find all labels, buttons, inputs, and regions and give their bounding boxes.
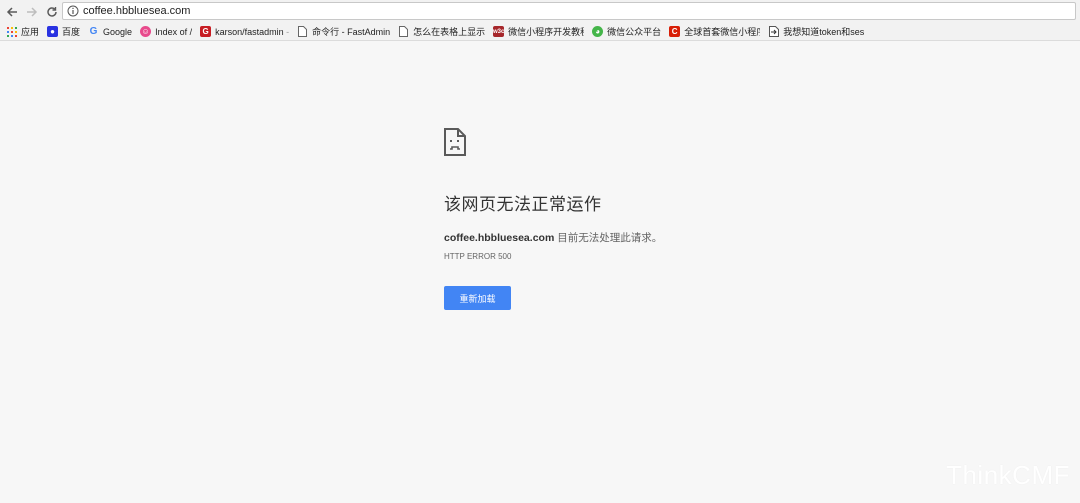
bookmark-google[interactable]: G Google bbox=[88, 26, 132, 37]
reload-icon[interactable] bbox=[44, 4, 60, 20]
watermark: ThinkCMF bbox=[946, 460, 1070, 490]
site-icon: ☺ bbox=[140, 26, 152, 37]
bookmark-fastadmin-repo[interactable]: G karson/fastadmin - bbox=[200, 26, 289, 37]
bookmark-wechat-platform[interactable]: ◕ 微信公众平台 bbox=[592, 25, 661, 38]
error-title: 该网页无法正常运作 bbox=[444, 195, 602, 215]
google-icon: G bbox=[89, 26, 98, 37]
overflow-dots: - bbox=[283, 26, 290, 37]
arrow-page-icon bbox=[768, 26, 779, 37]
forward-arrow-icon[interactable] bbox=[24, 4, 40, 20]
wechat-icon: ◕ bbox=[592, 26, 604, 37]
info-icon[interactable] bbox=[67, 5, 79, 17]
page-icon bbox=[297, 26, 308, 37]
bookmark-label: 应用 bbox=[21, 27, 40, 37]
browser-toolbar: coffee.hbbluesea.com bbox=[0, 0, 1080, 23]
error-description: 目前无法处理此请求。 bbox=[554, 232, 663, 244]
url-text: coffee.hbbluesea.com bbox=[83, 5, 191, 17]
sad-page-icon bbox=[444, 128, 466, 156]
address-bar[interactable]: coffee.hbbluesea.com bbox=[62, 2, 1076, 20]
apps-grid-icon bbox=[6, 26, 17, 37]
bookmark-token-session[interactable]: 我想知道token和ses bbox=[768, 25, 864, 38]
w3c-icon: w3c bbox=[493, 26, 504, 37]
bookmark-label: Google bbox=[103, 26, 133, 37]
bookmark-miniprogram-tutorial[interactable]: w3c 微信小程序开发教程 bbox=[493, 25, 584, 38]
bookmark-label: 全球首套微信小程序 bbox=[684, 27, 761, 37]
c-icon: C bbox=[669, 26, 681, 37]
bookmark-baidu[interactable]: ● 百度 bbox=[47, 25, 80, 38]
bookmark-label: 我想知道token和ses bbox=[783, 27, 865, 37]
reload-button[interactable]: 重新加载 bbox=[444, 286, 511, 310]
bookmark-label: 微信小程序开发教程 bbox=[508, 27, 585, 37]
bookmark-table-display[interactable]: 怎么在表格上显示 bbox=[398, 25, 485, 38]
bookmark-label: karson/fastadmin bbox=[215, 26, 284, 37]
error-content: 该网页无法正常运作 coffee.hbbluesea.com 目前无法处理此请求… bbox=[444, 128, 864, 261]
error-code: HTTP ERROR 500 bbox=[444, 252, 512, 261]
bookmark-cli-fastadmin[interactable]: 命令行 - FastAdmin bbox=[297, 25, 390, 38]
error-host: coffee.hbbluesea.com bbox=[444, 232, 555, 244]
baidu-icon: ● bbox=[47, 26, 59, 37]
bookmarks-bar: 应用 ● 百度 G Google ☺ Index of / G karson/f… bbox=[0, 23, 1080, 41]
bookmark-label: 命令行 - FastAdmin bbox=[312, 27, 391, 37]
bookmark-label: 微信公众平台 bbox=[607, 27, 662, 37]
bookmark-apps[interactable]: 应用 bbox=[6, 25, 39, 38]
bookmark-label: 百度 bbox=[62, 27, 81, 37]
bookmark-label: 怎么在表格上显示 bbox=[413, 27, 486, 37]
gitee-icon: G bbox=[200, 26, 212, 37]
bookmark-label: Index of / bbox=[155, 26, 193, 37]
page-icon bbox=[398, 26, 409, 37]
back-arrow-icon[interactable] bbox=[4, 4, 20, 20]
error-message: coffee.hbbluesea.com 目前无法处理此请求。 bbox=[444, 230, 864, 245]
bookmark-global-miniprogram[interactable]: C 全球首套微信小程序 bbox=[669, 25, 760, 38]
bookmark-index[interactable]: ☺ Index of / bbox=[140, 26, 192, 37]
